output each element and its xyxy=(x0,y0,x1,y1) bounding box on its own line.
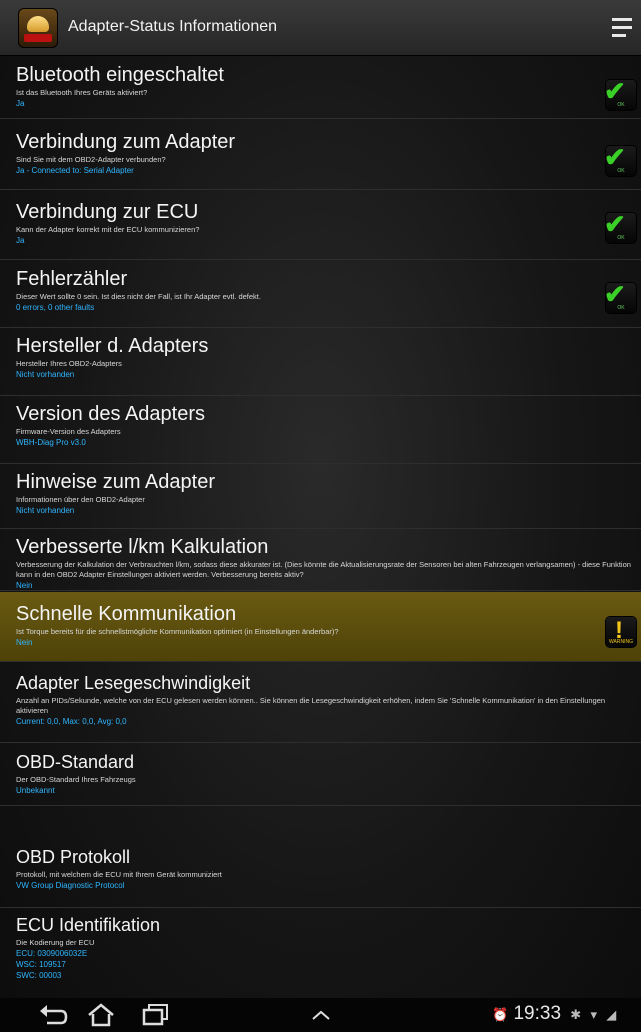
system-navigation-bar: ⏰ 19:33 ✱ ▾ ◢ xyxy=(0,998,641,1032)
item-description: Anzahl an PIDs/Sekunde, welche von der E… xyxy=(16,696,606,715)
item-heading: OBD-Standard xyxy=(16,752,135,772)
list-item[interactable]: Version des Adapters Firmware-Version de… xyxy=(0,397,641,464)
item-description: Die Kodierung der ECU xyxy=(16,938,95,947)
list-item-highlighted[interactable]: Schnelle Kommunikation Ist Torque bereit… xyxy=(0,592,641,662)
item-description: Verbesserung der Kalkulation der Verbrau… xyxy=(16,560,631,579)
list-item[interactable]: ECU Identifikation Die Kodierung der ECU… xyxy=(0,909,641,997)
alarm-clock-icon: ⏰ xyxy=(492,1007,509,1022)
item-value: WSC: 109517 xyxy=(16,960,66,969)
list-item[interactable]: OBD-Standard Der OBD-Standard Ihres Fahr… xyxy=(0,744,641,806)
chevron-up-icon[interactable] xyxy=(305,1002,337,1028)
item-heading: Hinweise zum Adapter xyxy=(16,471,215,493)
item-value: Unbekannt xyxy=(16,786,55,795)
item-heading: Verbesserte l/km Kalkulation xyxy=(16,536,269,558)
page-title: Adapter-Status Informationen xyxy=(68,18,278,35)
list-item[interactable]: Fehlerzähler Dieser Wert sollte 0 sein. … xyxy=(0,261,641,328)
status-area[interactable]: ⏰ 19:33 ✱ ▾ ◢ xyxy=(488,1003,616,1025)
list-item[interactable]: Verbindung zum Adapter Sind Sie mit dem … xyxy=(0,120,641,190)
clock-time: 19:33 xyxy=(513,1003,562,1024)
item-description: Dieser Wert sollte 0 sein. Ist dies nich… xyxy=(16,292,261,301)
item-heading: Verbindung zur ECU xyxy=(16,201,199,223)
item-value: WBH-Diag Pro v3.0 xyxy=(16,438,86,447)
list-item[interactable]: Verbindung zur ECU Kann der Adapter korr… xyxy=(0,191,641,260)
item-heading: Fehlerzähler xyxy=(16,268,128,290)
item-description: Kann der Adapter korrekt mit der ECU kom… xyxy=(16,225,200,234)
item-heading: Hersteller d. Adapters xyxy=(16,335,209,357)
item-heading: Version des Adapters xyxy=(16,403,206,425)
item-value: Nicht vorhanden xyxy=(16,506,75,515)
torque-app-icon[interactable] xyxy=(18,8,58,48)
item-description: Ist Torque bereits für die schnellstmögl… xyxy=(16,627,339,636)
list-item[interactable]: Verbesserte l/km Kalkulation Verbesserun… xyxy=(0,530,641,591)
ok-status-icon: ✔ OK xyxy=(604,279,636,313)
item-description: Hersteller Ihres OBD2-Adapters xyxy=(16,359,122,368)
ok-status-icon: ✔ OK xyxy=(604,76,636,110)
recent-apps-icon[interactable] xyxy=(140,1002,172,1028)
list-item[interactable]: Hinweise zum Adapter Informationen über … xyxy=(0,465,641,529)
home-icon[interactable] xyxy=(85,1002,117,1028)
overflow-menu-icon[interactable] xyxy=(612,18,634,38)
item-heading: OBD Protokoll xyxy=(16,847,131,867)
app-screen: Adapter-Status Informationen Bluetooth e… xyxy=(0,0,641,1032)
ok-status-icon: ✔ OK xyxy=(604,142,636,176)
item-heading: Verbindung zum Adapter xyxy=(16,131,236,153)
list-item[interactable]: Hersteller d. Adapters Hersteller Ihres … xyxy=(0,329,641,396)
item-value: SWC: 00003 xyxy=(16,971,62,980)
item-heading: Schnelle Kommunikation xyxy=(16,603,237,625)
item-description: Der OBD-Standard Ihres Fahrzeugs xyxy=(16,775,136,784)
item-description: Sind Sie mit dem OBD2-Adapter verbunden? xyxy=(16,155,166,164)
item-heading: Bluetooth eingeschaltet xyxy=(16,64,224,86)
bluetooth-icon: ✱ xyxy=(570,1007,582,1022)
item-heading: Adapter Lesegeschwindigkeit xyxy=(16,673,251,693)
warning-icon: ! WARNING xyxy=(606,617,636,647)
action-bar: Adapter-Status Informationen xyxy=(0,0,641,56)
item-value: Nicht vorhanden xyxy=(16,370,75,379)
signal-icon: ◢ xyxy=(606,1007,617,1022)
back-icon[interactable] xyxy=(37,1002,69,1028)
item-value: Ja xyxy=(16,236,25,245)
list-item[interactable]: OBD Protokoll Protokoll, mit welchem die… xyxy=(0,807,641,908)
item-value: Current: 0,0, Max: 0,0, Avg: 0,0 xyxy=(16,717,127,726)
item-description: Firmware-Version des Adapters xyxy=(16,427,121,436)
item-value: ECU: 0309006032E xyxy=(16,949,88,958)
item-value: 0 errors, 0 other faults xyxy=(16,303,95,312)
item-value: Ja - Connected to: Serial Adapter xyxy=(16,166,134,175)
item-value: VW Group Diagnostic Protocol xyxy=(16,881,125,890)
list-item[interactable]: Bluetooth eingeschaltet Ist das Bluetoot… xyxy=(0,57,641,119)
list-item[interactable]: Adapter Lesegeschwindigkeit Anzahl an PI… xyxy=(0,663,641,743)
item-description: Informationen über den OBD2-Adapter xyxy=(16,495,145,504)
item-description: Ist das Bluetooth Ihres Geräts aktiviert… xyxy=(16,88,148,97)
item-description: Protokoll, mit welchem die ECU mit Ihrem… xyxy=(16,870,222,879)
item-heading: ECU Identifikation xyxy=(16,915,161,935)
wifi-icon: ▾ xyxy=(590,1007,598,1022)
item-value: Nein xyxy=(16,581,33,590)
item-value: Nein xyxy=(16,638,33,647)
item-value: Ja xyxy=(16,99,25,108)
ok-status-icon: ✔ OK xyxy=(604,209,636,243)
